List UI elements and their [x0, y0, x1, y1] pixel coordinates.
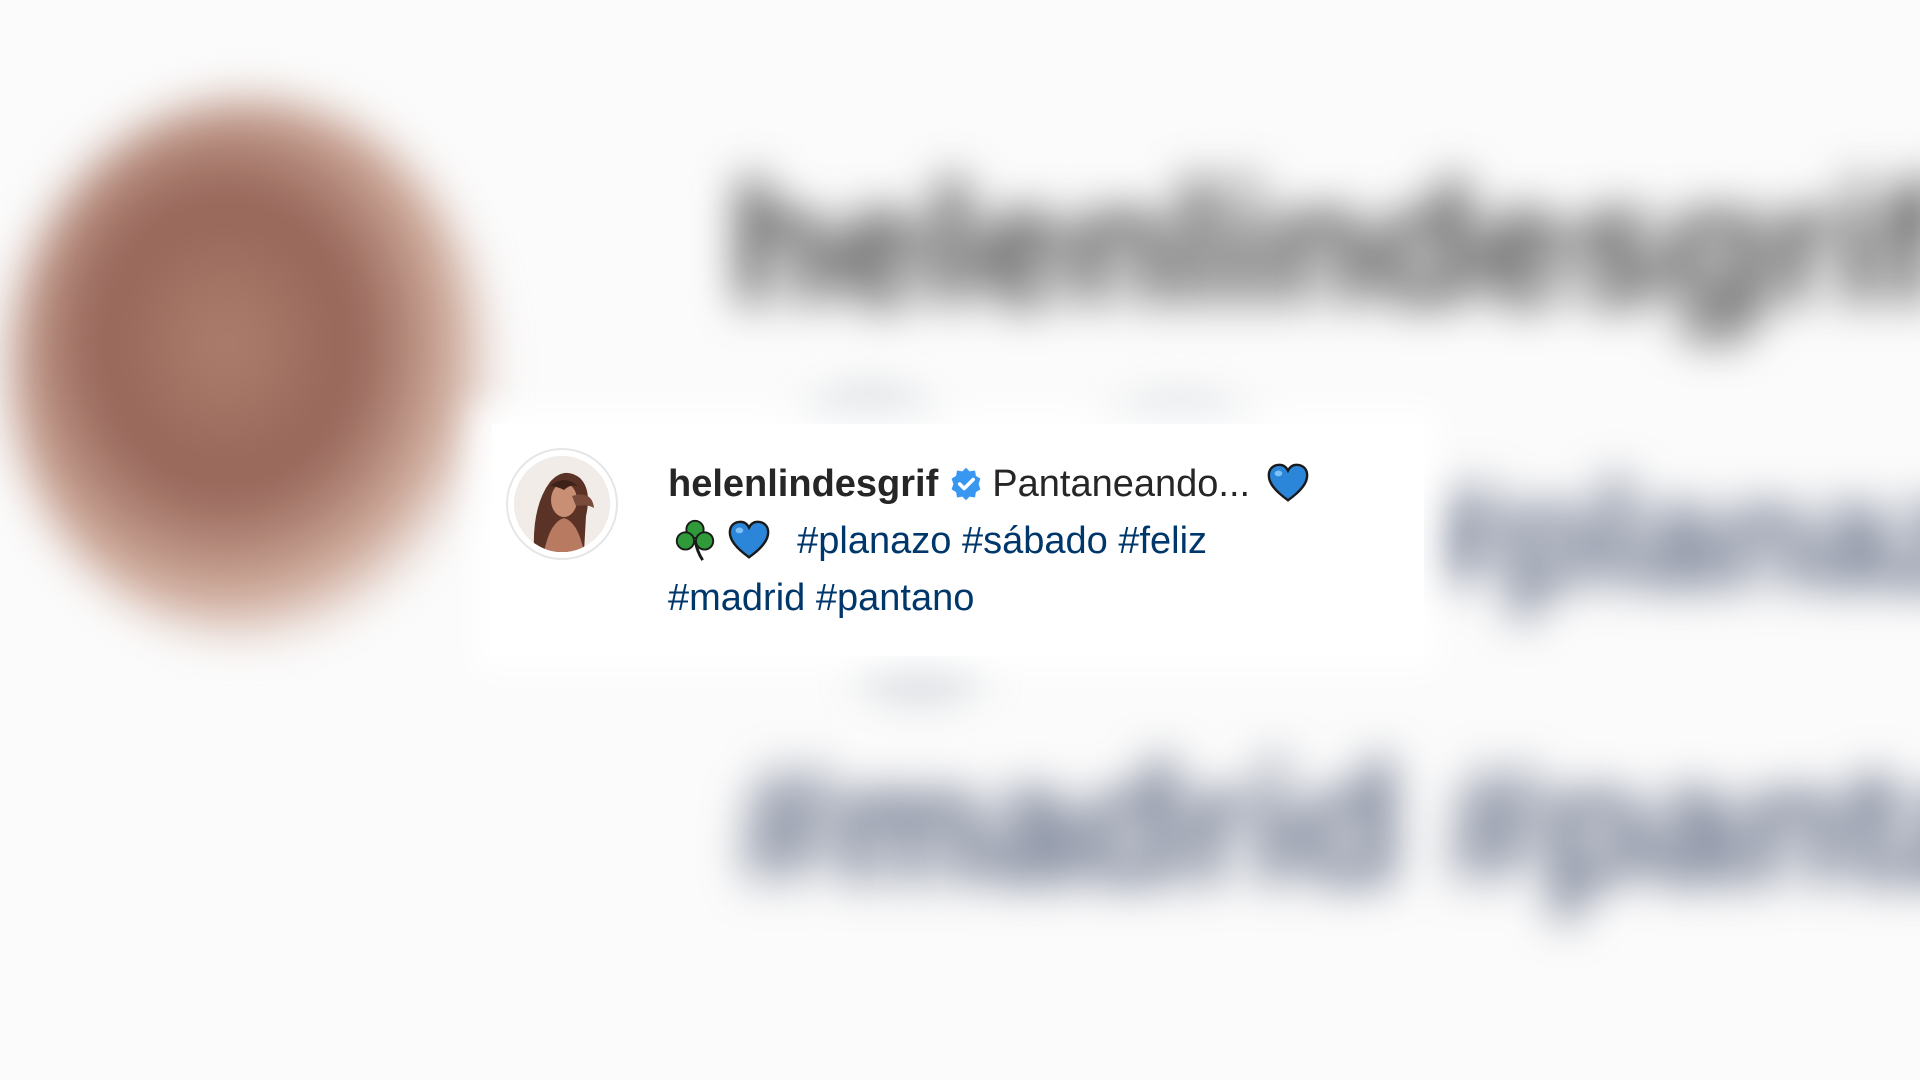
username-link[interactable]: helenlindesgrif [668, 463, 938, 505]
hashtag-link[interactable]: #feliz [1118, 520, 1207, 562]
hashtag-link[interactable]: #madrid [668, 577, 805, 619]
blurred-username: helenlindesgrif [730, 150, 1920, 340]
blurred-hashtag: #planazo [1420, 451, 1920, 619]
verified-badge-icon [951, 467, 981, 501]
hashtag-link[interactable]: #sábado [962, 520, 1108, 562]
avatar-image-icon [514, 456, 610, 552]
caption: helenlindesgrif Pantaneando... #planazo #… [668, 456, 1388, 627]
shamrock-icon [675, 519, 715, 561]
comment-card: helenlindesgrif Pantaneando... #planazo #… [492, 424, 1424, 656]
hashtag-link[interactable]: #pantano [816, 577, 975, 619]
avatar-photo [514, 456, 610, 552]
hashtag-link[interactable]: #planazo [797, 520, 951, 562]
caption-text: Pantaneando... [992, 463, 1251, 505]
blue-heart-icon [1267, 463, 1308, 502]
blurred-hashtag-line: #madrid #pantano [740, 730, 1920, 920]
blurred-avatar [10, 100, 490, 640]
screen: helenlindesgrif #planazo #madrid #pantan… [0, 0, 1920, 1080]
avatar[interactable] [506, 448, 618, 560]
blue-heart-icon [728, 520, 770, 559]
